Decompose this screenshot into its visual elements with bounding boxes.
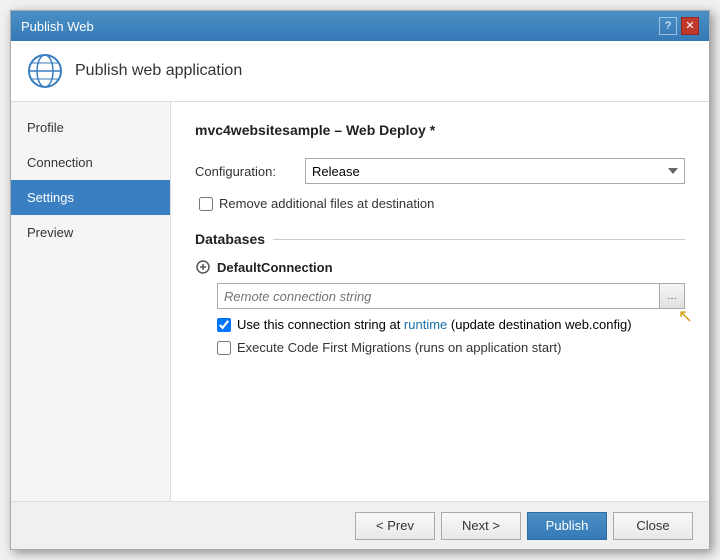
execute-code-first-checkbox[interactable] <box>217 341 231 355</box>
runtime-link[interactable]: runtime <box>404 317 447 332</box>
next-button[interactable]: Next > <box>441 512 521 540</box>
default-connection-section: DefaultConnection … ↖ Use this connectio… <box>195 259 685 355</box>
dialog-title: Publish Web <box>21 19 94 34</box>
execute-code-first-label: Execute Code First Migrations (runs on a… <box>237 340 561 355</box>
title-bar: Publish Web ? ✕ <box>11 11 709 41</box>
page-title: mvc4websitesample – Web Deploy * <box>195 122 685 138</box>
publish-web-dialog: Publish Web ? ✕ Publish web application … <box>10 10 710 550</box>
browse-dots-icon: … <box>667 291 677 302</box>
db-name: DefaultConnection <box>217 260 333 275</box>
help-button[interactable]: ? <box>659 17 677 35</box>
remove-files-label: Remove additional files at destination <box>219 196 434 211</box>
use-connection-suffix: (update destination web.config) <box>447 317 631 332</box>
remove-files-row: Remove additional files at destination <box>199 196 685 211</box>
close-button[interactable]: Close <box>613 512 693 540</box>
footer: < Prev Next > Publish Close <box>11 501 709 549</box>
main-content: mvc4websitesample – Web Deploy * Configu… <box>171 102 709 501</box>
use-connection-string-label: Use this connection string at runtime (u… <box>237 317 632 332</box>
header-title: Publish web application <box>75 62 242 80</box>
execute-code-first-row: Execute Code First Migrations (runs on a… <box>217 340 685 355</box>
db-header: DefaultConnection <box>195 259 685 275</box>
sidebar-item-preview[interactable]: Preview <box>11 215 170 250</box>
header-bar: Publish web application <box>11 41 709 102</box>
sidebar-item-connection[interactable]: Connection <box>11 145 170 180</box>
browse-connection-button[interactable]: … <box>659 283 685 309</box>
connection-string-row: … ↖ <box>217 283 685 309</box>
use-connection-prefix: Use this connection string at <box>237 317 404 332</box>
config-select[interactable]: Release <box>305 158 685 184</box>
config-label: Configuration: <box>195 164 295 179</box>
config-row: Configuration: Release <box>195 158 685 184</box>
content-area: Profile Connection Settings Preview mvc4… <box>11 102 709 501</box>
title-controls: ? ✕ <box>659 17 699 35</box>
window-close-button[interactable]: ✕ <box>681 17 699 35</box>
globe-icon <box>27 53 63 89</box>
use-connection-string-row: Use this connection string at runtime (u… <box>217 317 685 332</box>
collapse-icon[interactable] <box>195 259 211 275</box>
use-connection-string-checkbox[interactable] <box>217 318 231 332</box>
remove-files-checkbox[interactable] <box>199 197 213 211</box>
sidebar: Profile Connection Settings Preview <box>11 102 171 501</box>
prev-button[interactable]: < Prev <box>355 512 435 540</box>
publish-button[interactable]: Publish <box>527 512 607 540</box>
sidebar-item-profile[interactable]: Profile <box>11 110 170 145</box>
connection-string-input[interactable] <box>217 283 660 309</box>
databases-section-title: Databases <box>195 231 685 247</box>
sidebar-item-settings[interactable]: Settings <box>11 180 170 215</box>
